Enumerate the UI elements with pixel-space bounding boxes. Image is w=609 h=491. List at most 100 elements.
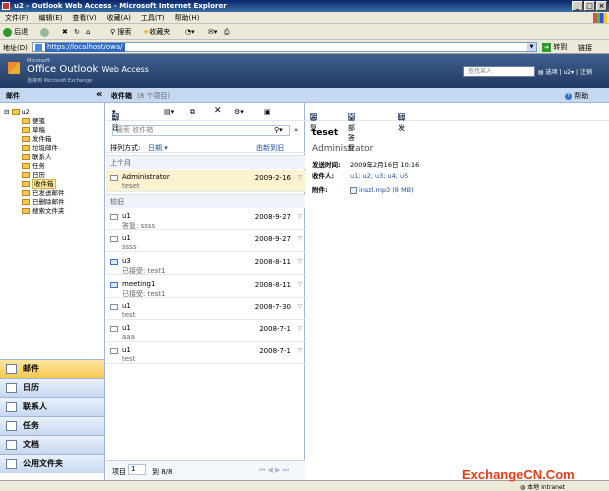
message-sender[interactable]: Administrator (312, 144, 373, 154)
folder-item[interactable]: 任务 (22, 162, 45, 171)
folder-item[interactable]: 已发送邮件 (22, 189, 65, 198)
mailbox-icon (11, 109, 20, 115)
user-menu[interactable]: u2 (563, 69, 571, 76)
message-row[interactable]: meeting1 2008-8-11 ▽ 已接受: test1 (106, 277, 305, 298)
flag-icon[interactable]: ▽ (297, 235, 302, 242)
mail-icon[interactable]: ✉▾ (208, 27, 217, 37)
message-row[interactable]: u1 2008-9-27 ▽ ssss (106, 231, 305, 252)
menu-help[interactable]: 帮助(H) (170, 12, 205, 24)
intranet-icon: ◍ (520, 484, 526, 491)
group-header-older: 较旧 (106, 194, 305, 208)
flag-icon[interactable]: ▽ (297, 258, 302, 265)
collapse-tree-icon: ⊟ (4, 108, 10, 116)
flag-icon[interactable]: ▽ (297, 303, 302, 310)
favorites-button[interactable]: ★收藏夹 (143, 27, 170, 37)
contacts-folder-icon (22, 154, 30, 160)
check-names-icon[interactable]: ⚙▾ (234, 108, 244, 116)
folder-icon (22, 199, 30, 205)
home-icon[interactable]: ⌂ (86, 27, 90, 37)
search-button[interactable]: ⚲ 搜索 (110, 27, 131, 37)
address-book-icon[interactable]: ▣ (264, 108, 271, 116)
folder-item[interactable]: 搜索文件夹 (22, 207, 65, 216)
page-nav-icons[interactable]: ⏮ ◀ ▶ ⏭ (259, 466, 289, 475)
message-row[interactable]: u1 2008-9-27 ▽ 答复: ssss (106, 209, 305, 230)
message-row[interactable]: u1 2008-7-1 ▽ test (106, 343, 305, 364)
recipients-list[interactable]: u1; u2; u3; u4; u5 (350, 172, 408, 180)
sort-order-toggle[interactable]: 由新到旧 (256, 143, 284, 153)
back-button[interactable]: 后退 (3, 27, 28, 37)
owa-brand: Office Outlook Web Access (27, 64, 149, 75)
address-dropdown-icon[interactable]: ▼ (527, 43, 536, 51)
attachment-link[interactable]: inszl.mp3 (8 MB) (359, 186, 414, 194)
flag-icon[interactable]: ▽ (297, 174, 302, 181)
folder-item-inbox[interactable]: 收件箱 (22, 179, 56, 189)
move-to-folder-icon[interactable]: ⧉ (190, 108, 195, 117)
go-button[interactable]: ➔ 转到 (542, 42, 567, 52)
folder-item[interactable]: 垃圾邮件 (22, 144, 58, 153)
search-icon[interactable]: ⚲▾ (274, 126, 283, 134)
pane-header-strip: 邮件 « 收件箱 (8 个项目) ? 帮助 (0, 88, 609, 103)
menu-edit[interactable]: 编辑(E) (34, 12, 68, 24)
message-row-selected[interactable]: Administrator 2009-2-16 ▽ teset (106, 170, 305, 192)
menu-view[interactable]: 查看(V) (67, 12, 101, 24)
message-subject: teset (312, 128, 339, 138)
refresh-icon[interactable]: ↻ (74, 27, 80, 37)
mail-pane-title: 邮件 (6, 92, 20, 100)
page-range: 到 8/8 (152, 468, 173, 476)
folder-item[interactable]: 发件箱 (22, 135, 52, 144)
folder-item[interactable]: 联系人 (22, 153, 52, 162)
envelope-icon (110, 175, 118, 181)
folder-item[interactable]: 已删除邮件 (22, 198, 65, 207)
maximize-button[interactable]: □ (584, 1, 595, 11)
delete-icon[interactable]: ✕ (214, 106, 222, 116)
flag-icon[interactable]: ▽ (297, 213, 302, 220)
group-header-last-month: 上个月 (106, 155, 305, 169)
close-button[interactable]: × (596, 1, 607, 11)
stop-icon[interactable]: ✖ (62, 27, 68, 37)
options-link[interactable]: 选项 (546, 69, 558, 76)
new-message-button[interactable]: 新建 ▾ (112, 108, 119, 132)
message-row[interactable]: u1 2008-7-30 ▽ test (106, 299, 305, 320)
nav-calendar[interactable]: 日历 (0, 378, 104, 397)
forward-button[interactable] (40, 27, 49, 37)
address-input[interactable]: https://localhost/owa/ ▼ (32, 42, 537, 52)
menu-tools[interactable]: 工具(T) (136, 12, 170, 24)
menu-file[interactable]: 文件(F) (0, 12, 34, 24)
menu-favorites[interactable]: 收藏(A) (102, 12, 136, 24)
envelope-icon (110, 348, 118, 354)
nav-public-folders[interactable]: 公用文件夹 (0, 454, 104, 473)
nav-contacts[interactable]: 联系人 (0, 397, 104, 416)
expand-search-icon[interactable]: » (294, 126, 298, 134)
collapse-nav-button[interactable]: « (96, 89, 102, 100)
tree-root[interactable]: ⊟ u2 (4, 108, 30, 117)
nav-documents[interactable]: 文档 (0, 435, 104, 454)
folder-item[interactable]: 便笺 (22, 117, 45, 126)
page-icon (35, 44, 42, 51)
browser-toolbar: 后退 ✖ ↻ ⌂ ⚲ 搜索 ★收藏夹 ◔▾ ✉▾ ⎙ (0, 24, 609, 40)
sort-field-dropdown[interactable]: 日期 ▾ (148, 143, 168, 153)
find-someone-input[interactable]: 查找某人 (463, 66, 535, 77)
search-inbox-input[interactable]: 搜索 收件箱 (112, 125, 290, 136)
help-link[interactable]: ? 帮助 (565, 91, 588, 101)
owa-header: Microsoft Office Outlook Web Access 连接到 … (0, 54, 609, 88)
page-number-input[interactable]: 1 (128, 464, 146, 475)
links-button[interactable]: 链接 (578, 43, 592, 53)
flag-icon[interactable]: ▽ (297, 325, 302, 332)
print-icon[interactable]: ⎙ (224, 27, 230, 37)
options-icon: ▤ (538, 69, 544, 76)
view-menu-icon[interactable]: ▤▾ (164, 108, 174, 116)
meeting-accepted-icon (110, 282, 118, 288)
search-icon: ⚲ (110, 28, 116, 36)
message-row[interactable]: u1 2008-7-1 ▽ aaa (106, 321, 305, 342)
folder-icon (22, 118, 30, 124)
folder-item[interactable]: 草稿 (22, 126, 45, 135)
minimize-button[interactable]: _ (572, 1, 583, 11)
flag-icon[interactable]: ▽ (297, 281, 302, 288)
nav-tasks[interactable]: 任务 (0, 416, 104, 435)
media-icon[interactable]: ◔▾ (185, 27, 195, 37)
attachments-row: 附件: inszl.mp3 (8 MB) (312, 186, 414, 194)
message-row[interactable]: u3 2008-8-11 ▽ 已接受: test1 (106, 254, 305, 275)
nav-mail[interactable]: 邮件 (0, 359, 104, 378)
flag-icon[interactable]: ▽ (297, 347, 302, 354)
logout-link[interactable]: 注销 (580, 69, 592, 76)
